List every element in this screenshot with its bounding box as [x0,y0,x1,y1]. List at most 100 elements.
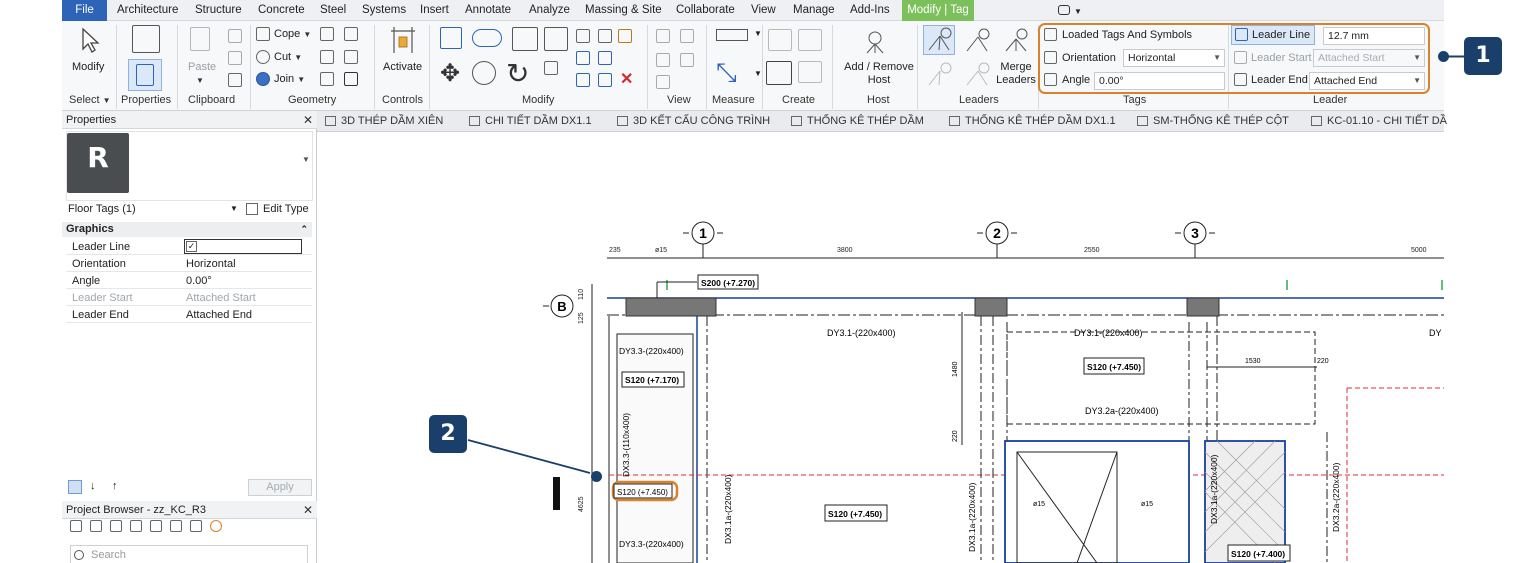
hide-category-icon[interactable] [680,53,694,67]
close-icon[interactable]: ✕ [303,501,313,519]
tag-s120[interactable]: S120 (+7.450) [828,509,882,519]
prop-value[interactable]: Attached End [186,307,252,323]
type-properties-icon[interactable] [132,25,160,53]
leader-line-cell[interactable] [184,239,302,254]
family-icon[interactable] [170,520,182,532]
mirror-draw-icon[interactable] [544,27,568,51]
tag-s120[interactable]: S120 (+7.450) [1087,362,1141,372]
split-face-icon[interactable] [320,27,334,41]
chevron-down-icon[interactable]: ▼ [754,29,762,38]
unpin-icon[interactable] [598,73,612,87]
copy-icon[interactable] [228,51,242,65]
chevron-down-icon[interactable]: ▼ [1074,7,1082,16]
search-input[interactable]: Search [70,545,308,563]
offset-icon[interactable] [472,29,502,47]
grid-bubble-1[interactable]: 1 [691,221,715,245]
grid-bubble-b[interactable]: B [550,294,574,318]
tab-systems[interactable]: Systems [362,0,406,21]
apply-button[interactable]: Apply [248,479,312,496]
extend-icon[interactable] [576,73,590,87]
panel-title-select[interactable]: Select ▼ [69,94,111,106]
leader-tag-4-icon[interactable] [962,61,992,89]
view-tab[interactable]: CHI TIẾT DẦM DX1.1 [467,111,592,132]
view-tab[interactable]: SM-THỐNG KÊ THÉP CỘT [1135,111,1289,132]
properties-button[interactable] [128,59,162,91]
schedule-icon[interactable] [110,520,122,532]
close-icon[interactable]: ✕ [303,111,313,129]
fit-icon[interactable] [90,520,102,532]
prop-value[interactable]: 0.00° [186,273,212,289]
tag-s120-selected[interactable]: S120 (+7.450) [617,488,668,497]
table-icon[interactable] [130,520,142,532]
section-marker[interactable] [553,477,560,510]
tab-massing-site[interactable]: Massing & Site [585,0,662,21]
grid-bubble-3[interactable]: 3 [1183,221,1207,245]
categorize-icon[interactable] [68,480,82,494]
join-button[interactable]: Join ▼ [274,73,305,85]
create-assembly-icon[interactable] [768,29,792,51]
move-icon[interactable]: ✥ [440,59,460,88]
tab-insert[interactable]: Insert [420,0,449,21]
trim-icon[interactable] [544,61,558,75]
link-icon[interactable] [210,520,222,532]
cut-clipboard-icon[interactable] [228,29,242,43]
align-icon[interactable] [440,27,462,49]
create-group-icon[interactable] [766,61,792,85]
tab-concrete[interactable]: Concrete [258,0,305,21]
modify-button[interactable]: Modify [72,61,104,73]
edit-type-button[interactable]: Edit Type [263,199,309,219]
sort-ascending-icon[interactable]: ↓ [90,480,96,492]
grid-bubble-2[interactable]: 2 [985,221,1009,245]
sort-descending-icon[interactable]: ↑ [112,480,118,492]
hide-icon[interactable] [656,29,670,43]
tab-collaborate[interactable]: Collaborate [676,0,735,21]
rotate-icon[interactable]: ↻ [506,57,529,90]
match-type-icon[interactable] [228,73,242,87]
merge-leaders-button[interactable]: Merge Leaders [996,61,1036,87]
tab-add-ins[interactable]: Add-Ins [850,0,890,21]
add-remove-host-button[interactable]: Add / Remove Host [843,61,915,87]
home-icon[interactable] [70,520,82,532]
prop-row-leader-start[interactable]: Leader Start Attached Start [66,290,312,306]
tag-s120[interactable]: S120 (+7.400) [1231,549,1285,559]
group-icon[interactable] [190,520,202,532]
view-tab[interactable]: 3D THÉP DẦM XIÊN [323,111,443,132]
paint-view-icon[interactable] [656,75,670,89]
copy-modify-icon[interactable] [472,61,496,85]
create-parts-icon[interactable] [798,29,822,51]
tag-s120[interactable]: S120 (+7.170) [625,375,679,385]
view-tab[interactable]: THỐNG KÊ THÉP DẦM DX1.1 [947,111,1116,132]
override-icon[interactable] [680,29,694,43]
prop-row-angle[interactable]: Angle 0.00° [66,273,312,289]
paste-button[interactable]: Paste [188,61,216,73]
chevron-down-icon[interactable]: ▼ [230,199,238,219]
hammer-icon[interactable] [344,72,358,86]
demolish-icon[interactable] [344,50,358,64]
leader-tag-3-icon[interactable] [924,61,954,89]
chevron-down-icon[interactable]: ▼ [302,155,310,164]
dimension-icon[interactable]: ⤡ [716,57,737,89]
prop-row-leader-end[interactable]: Leader End Attached End [66,307,312,323]
collapse-icon[interactable]: ⌃ [300,222,308,237]
sheet-icon[interactable] [150,520,162,532]
tab-annotate[interactable]: Annotate [465,0,511,21]
chevron-down-icon[interactable]: ▼ [754,69,762,78]
tab-analyze[interactable]: Analyze [529,0,570,21]
instance-filter-select[interactable]: Floor Tags (1) [68,199,136,219]
cope-button[interactable]: Cope ▼ [274,28,311,40]
prop-value[interactable]: Horizontal [186,256,236,272]
tag-s200[interactable]: S200 (+7.270) [701,278,755,288]
tab-modify-tag[interactable]: Modify | Tag [902,0,974,21]
view-tab[interactable]: THỐNG KÊ THÉP DẦM [789,111,924,132]
tab-view[interactable]: View [751,0,776,21]
cut-button[interactable]: Cut ▼ [274,51,302,63]
drawing-canvas[interactable]: 1 2 3 B 235 ø15 3800 2550 5000 S200 (+7.… [317,132,1444,563]
view-tab[interactable]: KC-01.10 - CHI TIẾT DẦ [1309,111,1447,132]
tab-steel[interactable]: Steel [320,0,346,21]
graphics-group-header[interactable]: Graphics ⌃ [62,222,312,237]
leader-line-checkbox[interactable]: ✓ [186,241,197,252]
beam-join-icon[interactable] [320,72,334,86]
leader-pressed-button[interactable] [923,25,955,55]
tab-structure[interactable]: Structure [195,0,242,21]
quick-access-icon[interactable] [1058,5,1070,15]
